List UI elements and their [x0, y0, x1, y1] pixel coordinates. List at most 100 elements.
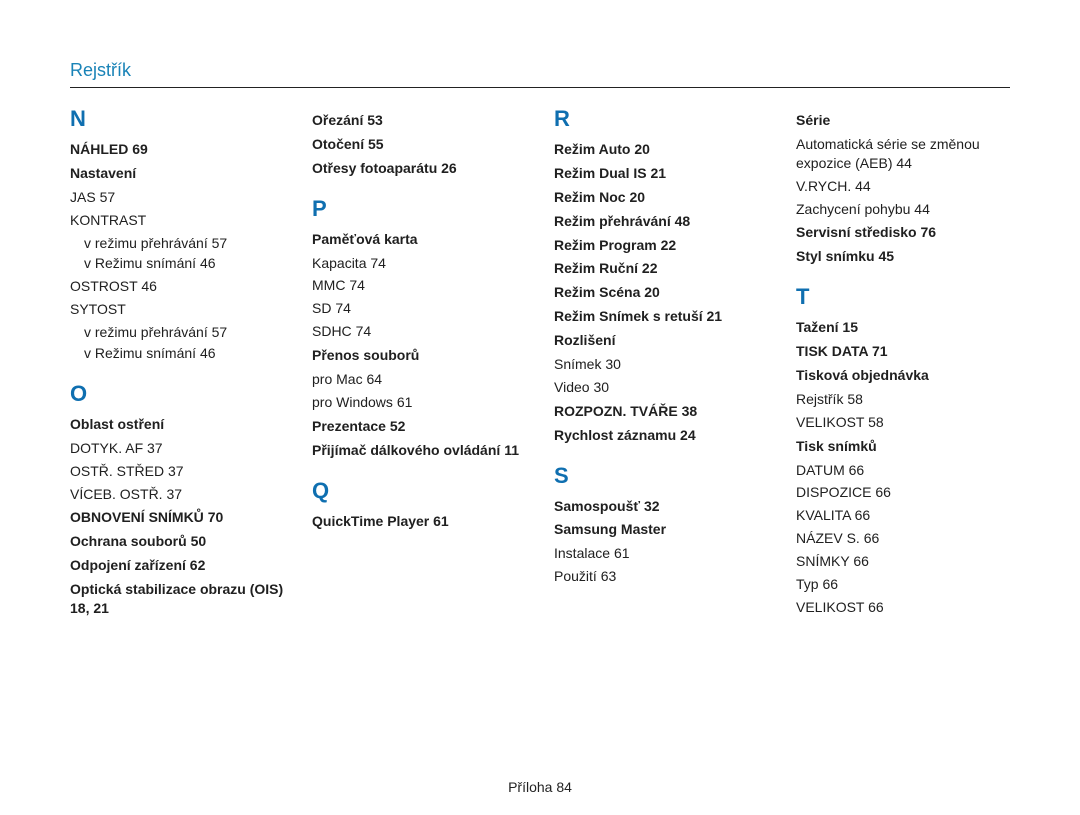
- index-subentry[interactable]: OSTROST 46: [70, 277, 284, 296]
- index-subentry[interactable]: MMC 74: [312, 276, 526, 295]
- index-page-ref: 74: [356, 323, 372, 339]
- index-page-ref: 57: [212, 324, 228, 340]
- index-entry[interactable]: Servisní středisko 76: [796, 223, 1010, 242]
- index-subentry[interactable]: Použití 63: [554, 567, 768, 586]
- index-entry[interactable]: Rozlišení: [554, 331, 768, 350]
- index-subentry[interactable]: Instalace 61: [554, 544, 768, 563]
- index-label: Snímek: [554, 356, 601, 372]
- index-subsubentry[interactable]: v režimu přehrávání 57: [84, 323, 284, 342]
- index-entry[interactable]: ROZPOZN. TVÁŘE 38: [554, 402, 768, 421]
- index-entry[interactable]: Režim Scéna 20: [554, 283, 768, 302]
- index-subsubentry[interactable]: v Režimu snímání 46: [84, 254, 284, 273]
- index-page-ref: 21: [707, 308, 723, 324]
- index-columns: NNÁHLED 69NastaveníJAS 57KONTRASTv režim…: [70, 106, 1010, 623]
- index-subentry[interactable]: VELIKOST 58: [796, 413, 1010, 432]
- index-entry[interactable]: Ochrana souborů 50: [70, 532, 284, 551]
- index-subentry[interactable]: pro Windows 61: [312, 393, 526, 412]
- index-label: Otočení: [312, 136, 364, 152]
- index-page-ref: 66: [868, 599, 884, 615]
- index-label: NÁHLED: [70, 141, 128, 157]
- index-subentry[interactable]: NÁZEV S. 66: [796, 529, 1010, 548]
- index-subentry[interactable]: SYTOST: [70, 300, 284, 319]
- index-entry[interactable]: Nastavení: [70, 164, 284, 183]
- index-subentry[interactable]: pro Mac 64: [312, 370, 526, 389]
- index-label: Ořezání: [312, 112, 363, 128]
- index-subentry[interactable]: Automatická série se změnou expozice (AE…: [796, 135, 1010, 173]
- index-subentry[interactable]: Typ 66: [796, 575, 1010, 594]
- index-entry[interactable]: Režim Noc 20: [554, 188, 768, 207]
- index-label: v režimu přehrávání: [84, 324, 208, 340]
- index-page-ref: 20: [634, 141, 650, 157]
- index-label: JAS: [70, 189, 96, 205]
- index-entry[interactable]: Prezentace 52: [312, 417, 526, 436]
- index-subentry[interactable]: DISPOZICE 66: [796, 483, 1010, 502]
- index-label: QuickTime Player: [312, 513, 429, 529]
- index-entry[interactable]: Přijímač dálkového ovládání 11: [312, 441, 526, 460]
- index-subsubentry[interactable]: v režimu přehrávání 57: [84, 234, 284, 253]
- index-entry[interactable]: Přenos souborů: [312, 346, 526, 365]
- index-subentry[interactable]: Kapacita 74: [312, 254, 526, 273]
- index-subsubentry[interactable]: v Režimu snímání 46: [84, 344, 284, 363]
- index-subentry[interactable]: VELIKOST 66: [796, 598, 1010, 617]
- index-page-ref: 66: [864, 530, 880, 546]
- index-entry[interactable]: TISK DATA 71: [796, 342, 1010, 361]
- index-label: v Režimu snímání: [84, 345, 196, 361]
- index-entry[interactable]: NÁHLED 69: [70, 140, 284, 159]
- index-subentry[interactable]: Video 30: [554, 378, 768, 397]
- index-entry[interactable]: Ořezání 53: [312, 111, 526, 130]
- index-entry[interactable]: Odpojení zařízení 62: [70, 556, 284, 575]
- index-entry[interactable]: Otočení 55: [312, 135, 526, 154]
- index-entry[interactable]: Samsung Master: [554, 520, 768, 539]
- index-entry[interactable]: Tisková objednávka: [796, 366, 1010, 385]
- index-entry[interactable]: Otřesy fotoaparátu 26: [312, 159, 526, 178]
- index-subentry[interactable]: Snímek 30: [554, 355, 768, 374]
- index-subentry[interactable]: DOTYK. AF 37: [70, 439, 284, 458]
- index-entry[interactable]: Optická stabilizace obrazu (OIS) 18, 21: [70, 580, 284, 618]
- index-entry[interactable]: Tisk snímků: [796, 437, 1010, 456]
- index-entry[interactable]: Oblast ostření: [70, 415, 284, 434]
- index-subentry[interactable]: OSTŘ. STŘED 37: [70, 462, 284, 481]
- index-letter: S: [554, 463, 768, 489]
- index-label: KONTRAST: [70, 212, 146, 228]
- index-subentry[interactable]: SD 74: [312, 299, 526, 318]
- index-entry[interactable]: Samospoušť 32: [554, 497, 768, 516]
- index-label: Otřesy fotoaparátu: [312, 160, 437, 176]
- index-letter: P: [312, 196, 526, 222]
- index-subentry[interactable]: SNÍMKY 66: [796, 552, 1010, 571]
- index-entry[interactable]: Režim Auto 20: [554, 140, 768, 159]
- index-label: v Režimu snímání: [84, 255, 196, 271]
- index-page-ref: 44: [855, 178, 871, 194]
- index-entry[interactable]: Série: [796, 111, 1010, 130]
- index-entry[interactable]: QuickTime Player 61: [312, 512, 526, 531]
- index-label: v režimu přehrávání: [84, 235, 208, 251]
- index-subentry[interactable]: Zachycení pohybu 44: [796, 200, 1010, 219]
- index-letter: Q: [312, 478, 526, 504]
- index-page-ref: 69: [132, 141, 148, 157]
- index-subentry[interactable]: KONTRAST: [70, 211, 284, 230]
- index-label: Kapacita: [312, 255, 366, 271]
- index-entry[interactable]: Režim Ruční 22: [554, 259, 768, 278]
- index-subentry[interactable]: DATUM 66: [796, 461, 1010, 480]
- index-label: Servisní středisko: [796, 224, 917, 240]
- index-subentry[interactable]: JAS 57: [70, 188, 284, 207]
- index-subentry[interactable]: V.RYCH. 44: [796, 177, 1010, 196]
- index-entry[interactable]: Rychlost záznamu 24: [554, 426, 768, 445]
- index-page-ref: 22: [642, 260, 658, 276]
- index-entry[interactable]: Paměťová karta: [312, 230, 526, 249]
- index-page-ref: 46: [200, 345, 216, 361]
- index-label: SYTOST: [70, 301, 126, 317]
- index-subentry[interactable]: VÍCEB. OSTŘ. 37: [70, 485, 284, 504]
- index-entry[interactable]: Režim Program 22: [554, 236, 768, 255]
- index-subentry[interactable]: KVALITA 66: [796, 506, 1010, 525]
- index-letter: T: [796, 284, 1010, 310]
- index-subentry[interactable]: SDHC 74: [312, 322, 526, 341]
- index-subentry[interactable]: Rejstřík 58: [796, 390, 1010, 409]
- index-label: Režim Dual IS: [554, 165, 647, 181]
- index-entry[interactable]: Tažení 15: [796, 318, 1010, 337]
- index-entry[interactable]: OBNOVENÍ SNÍMKŮ 70: [70, 508, 284, 527]
- index-entry[interactable]: Styl snímku 45: [796, 247, 1010, 266]
- index-entry[interactable]: Režim Dual IS 21: [554, 164, 768, 183]
- index-page-ref: 32: [644, 498, 660, 514]
- index-entry[interactable]: Režim Snímek s retuší 21: [554, 307, 768, 326]
- index-entry[interactable]: Režim přehrávání 48: [554, 212, 768, 231]
